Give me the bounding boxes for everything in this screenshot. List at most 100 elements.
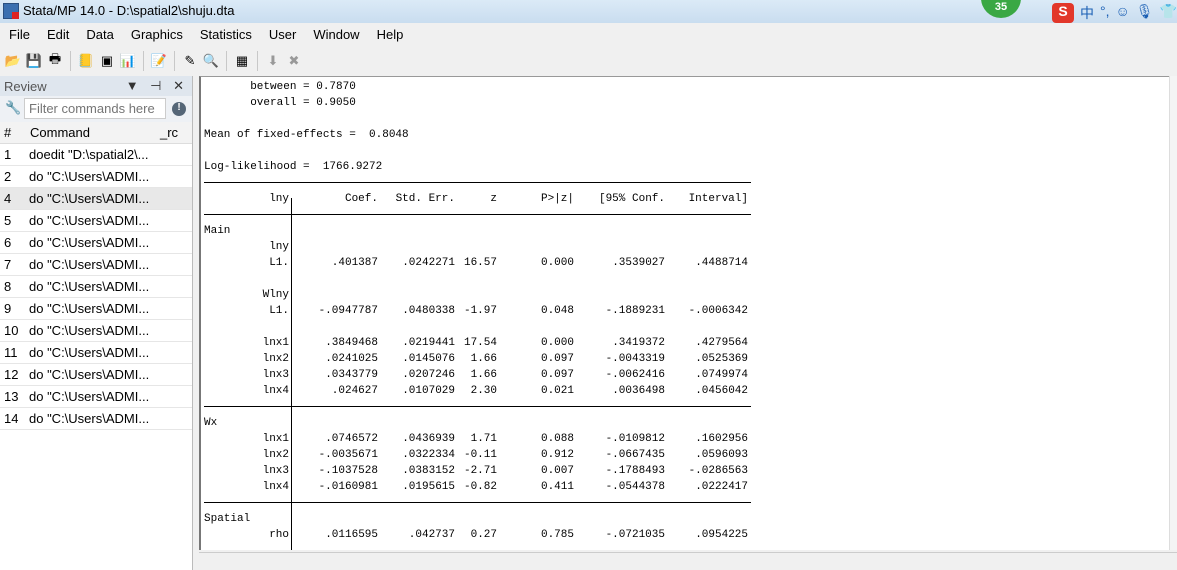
row-label: lnx3	[262, 465, 289, 477]
table-row: Wlny	[201, 287, 761, 303]
toolbar-separator	[143, 51, 144, 71]
command-number: 6	[4, 235, 12, 250]
review-row[interactable]: 4 do "C:\Users\ADMI...	[0, 188, 192, 210]
menu-edit[interactable]: Edit	[38, 24, 77, 46]
cell-value: .4488714	[695, 257, 748, 269]
panel-controls[interactable]: ▼ ⊣ ✕	[126, 78, 188, 94]
command-number: 9	[4, 301, 12, 316]
tray-icon[interactable]: ☺	[1116, 3, 1130, 23]
tray-icon[interactable]: °,	[1100, 3, 1110, 23]
wrench-icon[interactable]: 🔧	[5, 100, 21, 116]
menu-help[interactable]: Help	[368, 24, 412, 46]
table-row: lnx3 -.1037528 .0383152 -2.71 0.007 -.1788493…	[201, 463, 761, 479]
data-editor-icon[interactable]: ✎	[181, 52, 199, 70]
cell-value: .0242271	[402, 257, 455, 269]
group-label: Wx	[204, 417, 218, 429]
review-row[interactable]: 7 do "C:\Users\ADMI...	[0, 254, 192, 276]
more-icon[interactable]: ⬇	[264, 52, 282, 70]
col-command[interactable]: Command	[30, 125, 90, 140]
cell-value: 0.27	[470, 529, 497, 541]
toolbar-separator	[226, 51, 227, 71]
cell-value: .0383152	[402, 465, 455, 477]
results-text-line: Mean of fixed-effects = 0.8048	[204, 129, 409, 141]
cell-value: 0.097	[540, 353, 574, 365]
cell-value: 0.000	[540, 257, 574, 269]
cell-value: -.1788493	[605, 465, 665, 477]
cell-value: 0.021	[540, 385, 574, 397]
review-row[interactable]: 12 do "C:\Users\ADMI...	[0, 364, 192, 386]
open-icon[interactable]: 📂	[4, 52, 22, 70]
results-scrollbar[interactable]	[1169, 76, 1177, 550]
ime-tray: S 中 °, ☺ 🎙 👕	[1052, 3, 1177, 23]
log-icon[interactable]: 📒	[77, 52, 95, 70]
cell-value: -.0544378	[605, 481, 665, 493]
row-label: lnx2	[262, 449, 289, 461]
break-icon[interactable]: ✖	[285, 52, 303, 70]
cell-value: 1.71	[470, 433, 497, 445]
review-row[interactable]: 9 do "C:\Users\ADMI...	[0, 298, 192, 320]
review-row[interactable]: 6 do "C:\Users\ADMI...	[0, 232, 192, 254]
cell-value: .0222417	[695, 481, 748, 493]
cell-value: .0145076	[402, 353, 455, 365]
menu-window[interactable]: Window	[304, 24, 367, 46]
save-icon[interactable]: 💾	[25, 52, 43, 70]
menu-data[interactable]: Data	[77, 24, 121, 46]
cell-value: .0596093	[695, 449, 748, 461]
cell-value: 0.007	[540, 465, 574, 477]
menu-file[interactable]: File	[0, 24, 38, 46]
cell-value: 0.411	[540, 481, 574, 493]
cell-value: .0207246	[402, 369, 455, 381]
cell-value: 0.785	[540, 529, 574, 541]
review-row[interactable]: 5 do "C:\Users\ADMI...	[0, 210, 192, 232]
review-column-headers: # Command _rc	[0, 122, 192, 144]
group-label: Spatial	[204, 513, 251, 525]
table-group-label: Wx	[201, 415, 761, 431]
command-number: 10	[4, 323, 19, 338]
tray-icon[interactable]: 中	[1080, 3, 1094, 23]
row-label: lnx1	[262, 433, 289, 445]
tray-icon[interactable]: 🎙	[1136, 3, 1154, 23]
cell-value: .0746572	[325, 433, 378, 445]
review-row[interactable]: 10 do "C:\Users\ADMI...	[0, 320, 192, 342]
graph-icon[interactable]: 📊	[119, 52, 137, 70]
command-number: 7	[4, 257, 12, 272]
data-browser-icon[interactable]: 🔍	[202, 52, 220, 70]
review-panel: Review ▼ ⊣ ✕ 🔧 ! # Command _rc 1 doedit "…	[0, 76, 193, 570]
review-row[interactable]: 8 do "C:\Users\ADMI...	[0, 276, 192, 298]
cell-value: .0322334	[402, 449, 455, 461]
viewer-icon[interactable]: ▣	[98, 52, 116, 70]
cell-value: P>|z|	[540, 193, 574, 205]
table-header-row: lny Coef. Std. Err. z P>|z| [95% Conf. Interva…	[201, 191, 761, 207]
notification-badge[interactable]: 35	[981, 0, 1021, 18]
cell-value: .3849468	[325, 337, 378, 349]
tray-icon[interactable]: S	[1052, 3, 1074, 23]
menu-statistics[interactable]: Statistics	[191, 24, 260, 46]
filter-commands-input[interactable]	[24, 98, 166, 119]
menu-user[interactable]: User	[260, 24, 304, 46]
cell-value: -.0721035	[605, 529, 665, 541]
col-num[interactable]: #	[4, 125, 11, 140]
review-row[interactable]: 1 doedit "D:\spatial2\...	[0, 144, 192, 166]
command-text: do "C:\Users\ADMI...	[29, 301, 150, 316]
table-row: lnx2 -.0035671 .0322334 -0.11 0.912 -.0667435…	[201, 447, 761, 463]
table-rule	[204, 406, 751, 407]
review-row[interactable]: 2 do "C:\Users\ADMI...	[0, 166, 192, 188]
col-rc[interactable]: _rc	[160, 125, 178, 140]
tray-icon[interactable]: 👕	[1160, 3, 1177, 23]
variables-manager-icon[interactable]: ▦	[233, 52, 251, 70]
review-row[interactable]: 13 do "C:\Users\ADMI...	[0, 386, 192, 408]
review-row[interactable]: 14 do "C:\Users\ADMI...	[0, 408, 192, 430]
table-group-label: Spatial	[201, 511, 761, 527]
status-bar	[199, 552, 1177, 570]
cell-value: .0241025	[325, 353, 378, 365]
cell-value: -.0947787	[318, 305, 378, 317]
print-icon[interactable]: 🖶	[46, 51, 64, 70]
command-text: do "C:\Users\ADMI...	[29, 389, 150, 404]
info-icon[interactable]: !	[172, 102, 186, 116]
review-row[interactable]: 11 do "C:\Users\ADMI...	[0, 342, 192, 364]
cell-value: 1.66	[470, 353, 497, 365]
do-file-editor-icon[interactable]: 📝	[150, 52, 168, 70]
cell-value: -.0006342	[688, 305, 748, 317]
command-number: 2	[4, 169, 12, 184]
menu-graphics[interactable]: Graphics	[122, 24, 191, 46]
